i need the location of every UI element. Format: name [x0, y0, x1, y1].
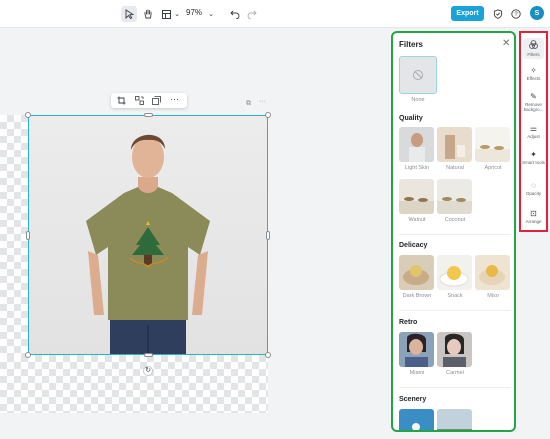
- rail-item-filters[interactable]: Filters: [523, 38, 544, 59]
- rail-item-arrange[interactable]: ⊡ Arrange: [521, 209, 546, 224]
- filter-miso[interactable]: [475, 255, 510, 290]
- filter-walnut[interactable]: [399, 179, 434, 214]
- filter-carmel[interactable]: [437, 332, 472, 367]
- arrange-icon: ⊡: [530, 209, 537, 218]
- filter-coconut[interactable]: [437, 179, 472, 214]
- rail-item-remove-background[interactable]: ✎ Remove backgro...: [521, 92, 546, 112]
- resize-handle-bottom-left[interactable]: [25, 352, 31, 358]
- remove-bg-icon: ✎: [530, 92, 537, 101]
- rail-label-effects: Effects: [526, 76, 541, 81]
- export-button[interactable]: Export: [451, 6, 484, 21]
- rail-label-filters: Filters: [527, 52, 540, 57]
- resize-handle-right[interactable]: [266, 231, 270, 240]
- shield-icon[interactable]: [491, 7, 505, 21]
- flip-icon[interactable]: [135, 96, 144, 105]
- filter-scenery-2[interactable]: [437, 409, 472, 430]
- filter-snack[interactable]: [437, 255, 472, 290]
- filters-icon: [523, 40, 544, 52]
- svg-text:?: ?: [514, 12, 518, 18]
- rail-label-remove-background: Remove backgro...: [523, 102, 544, 112]
- section-divider: [399, 310, 511, 311]
- section-title-delicacy: Delicacy: [399, 242, 428, 249]
- tool-rail: Filters ✧ Effects ✎ Remove backgro... ⚌ …: [519, 31, 548, 232]
- section-divider: [399, 387, 511, 388]
- section-divider: [399, 234, 511, 235]
- no-filter-icon: [413, 70, 423, 80]
- more-options-icon[interactable]: ···: [259, 98, 266, 105]
- filter-light-skin[interactable]: [399, 127, 434, 162]
- filter-label-apricot: Apricot: [484, 165, 502, 171]
- help-icon[interactable]: ?: [509, 7, 523, 21]
- rail-label-adjust: Adjust: [527, 134, 540, 139]
- crop-icon[interactable]: [117, 96, 126, 105]
- rail-label-opacity: Opacity: [525, 191, 542, 196]
- floating-toolbar: ···: [111, 93, 187, 108]
- filter-apricot[interactable]: [475, 127, 510, 162]
- filter-label-carmel: Carmel: [446, 370, 464, 376]
- rotate-icon[interactable]: ↻: [143, 366, 153, 376]
- redo-icon[interactable]: [245, 7, 259, 21]
- rail-item-opacity[interactable]: ◌ Opacity: [521, 181, 546, 196]
- smart-tools-icon: ✦: [530, 150, 537, 159]
- resize-handle-bottom-right[interactable]: [265, 352, 271, 358]
- resize-handle-top[interactable]: [144, 113, 153, 117]
- select-pointer-icon[interactable]: [121, 6, 137, 22]
- transparent-area-bottom: [0, 355, 268, 413]
- section-title-retro: Retro: [399, 319, 418, 326]
- rail-item-adjust[interactable]: ⚌ Adjust: [521, 124, 546, 139]
- adjust-icon: ⚌: [529, 124, 538, 133]
- undo-icon[interactable]: [228, 7, 242, 21]
- selection-box: [28, 115, 268, 355]
- filter-natural[interactable]: [437, 127, 472, 162]
- filters-panel: Filters ✕ None Quality Light Skin Natura…: [391, 31, 516, 432]
- filter-dark-brown[interactable]: [399, 255, 434, 290]
- effects-icon: ✧: [530, 66, 537, 75]
- filter-scenery-1[interactable]: [399, 409, 434, 430]
- panel-title: Filters: [399, 40, 424, 49]
- rail-item-smart-tools[interactable]: ✦ Smart tools: [521, 150, 546, 165]
- layer-icon[interactable]: ⧉: [246, 100, 251, 108]
- close-icon[interactable]: ✕: [502, 38, 510, 49]
- section-title-quality: Quality: [399, 115, 423, 122]
- rail-label-smart-tools: Smart tools: [522, 160, 545, 165]
- filter-none[interactable]: [399, 56, 437, 94]
- opacity-icon: ◌: [531, 181, 536, 190]
- rail-label-arrange: Arrange: [525, 219, 542, 224]
- resize-handle-top-left[interactable]: [25, 112, 31, 118]
- chevron-down-icon[interactable]: ⌄: [170, 7, 184, 21]
- hand-icon[interactable]: [141, 7, 155, 21]
- filter-label-coconut: Coconut: [444, 217, 466, 223]
- resize-handle-top-right[interactable]: [265, 112, 271, 118]
- filter-none-label: None: [411, 97, 425, 103]
- resize-handle-bottom[interactable]: [144, 353, 153, 357]
- zoom-level[interactable]: 97%: [186, 8, 202, 17]
- duplicate-icon[interactable]: [152, 96, 161, 105]
- more-icon[interactable]: ···: [170, 95, 179, 105]
- transparent-area-left: [0, 115, 28, 355]
- resize-handle-left[interactable]: [26, 231, 30, 240]
- rail-item-effects[interactable]: ✧ Effects: [521, 66, 546, 81]
- filter-miami[interactable]: [399, 332, 434, 367]
- section-title-scenery: Scenery: [399, 396, 427, 403]
- avatar[interactable]: S: [530, 6, 544, 20]
- filter-label-miso: Miso: [487, 293, 499, 299]
- top-toolbar: ⌄ 97% ⌄ Export ? S: [0, 0, 550, 28]
- zoom-chevron-down-icon[interactable]: ⌄: [204, 7, 218, 21]
